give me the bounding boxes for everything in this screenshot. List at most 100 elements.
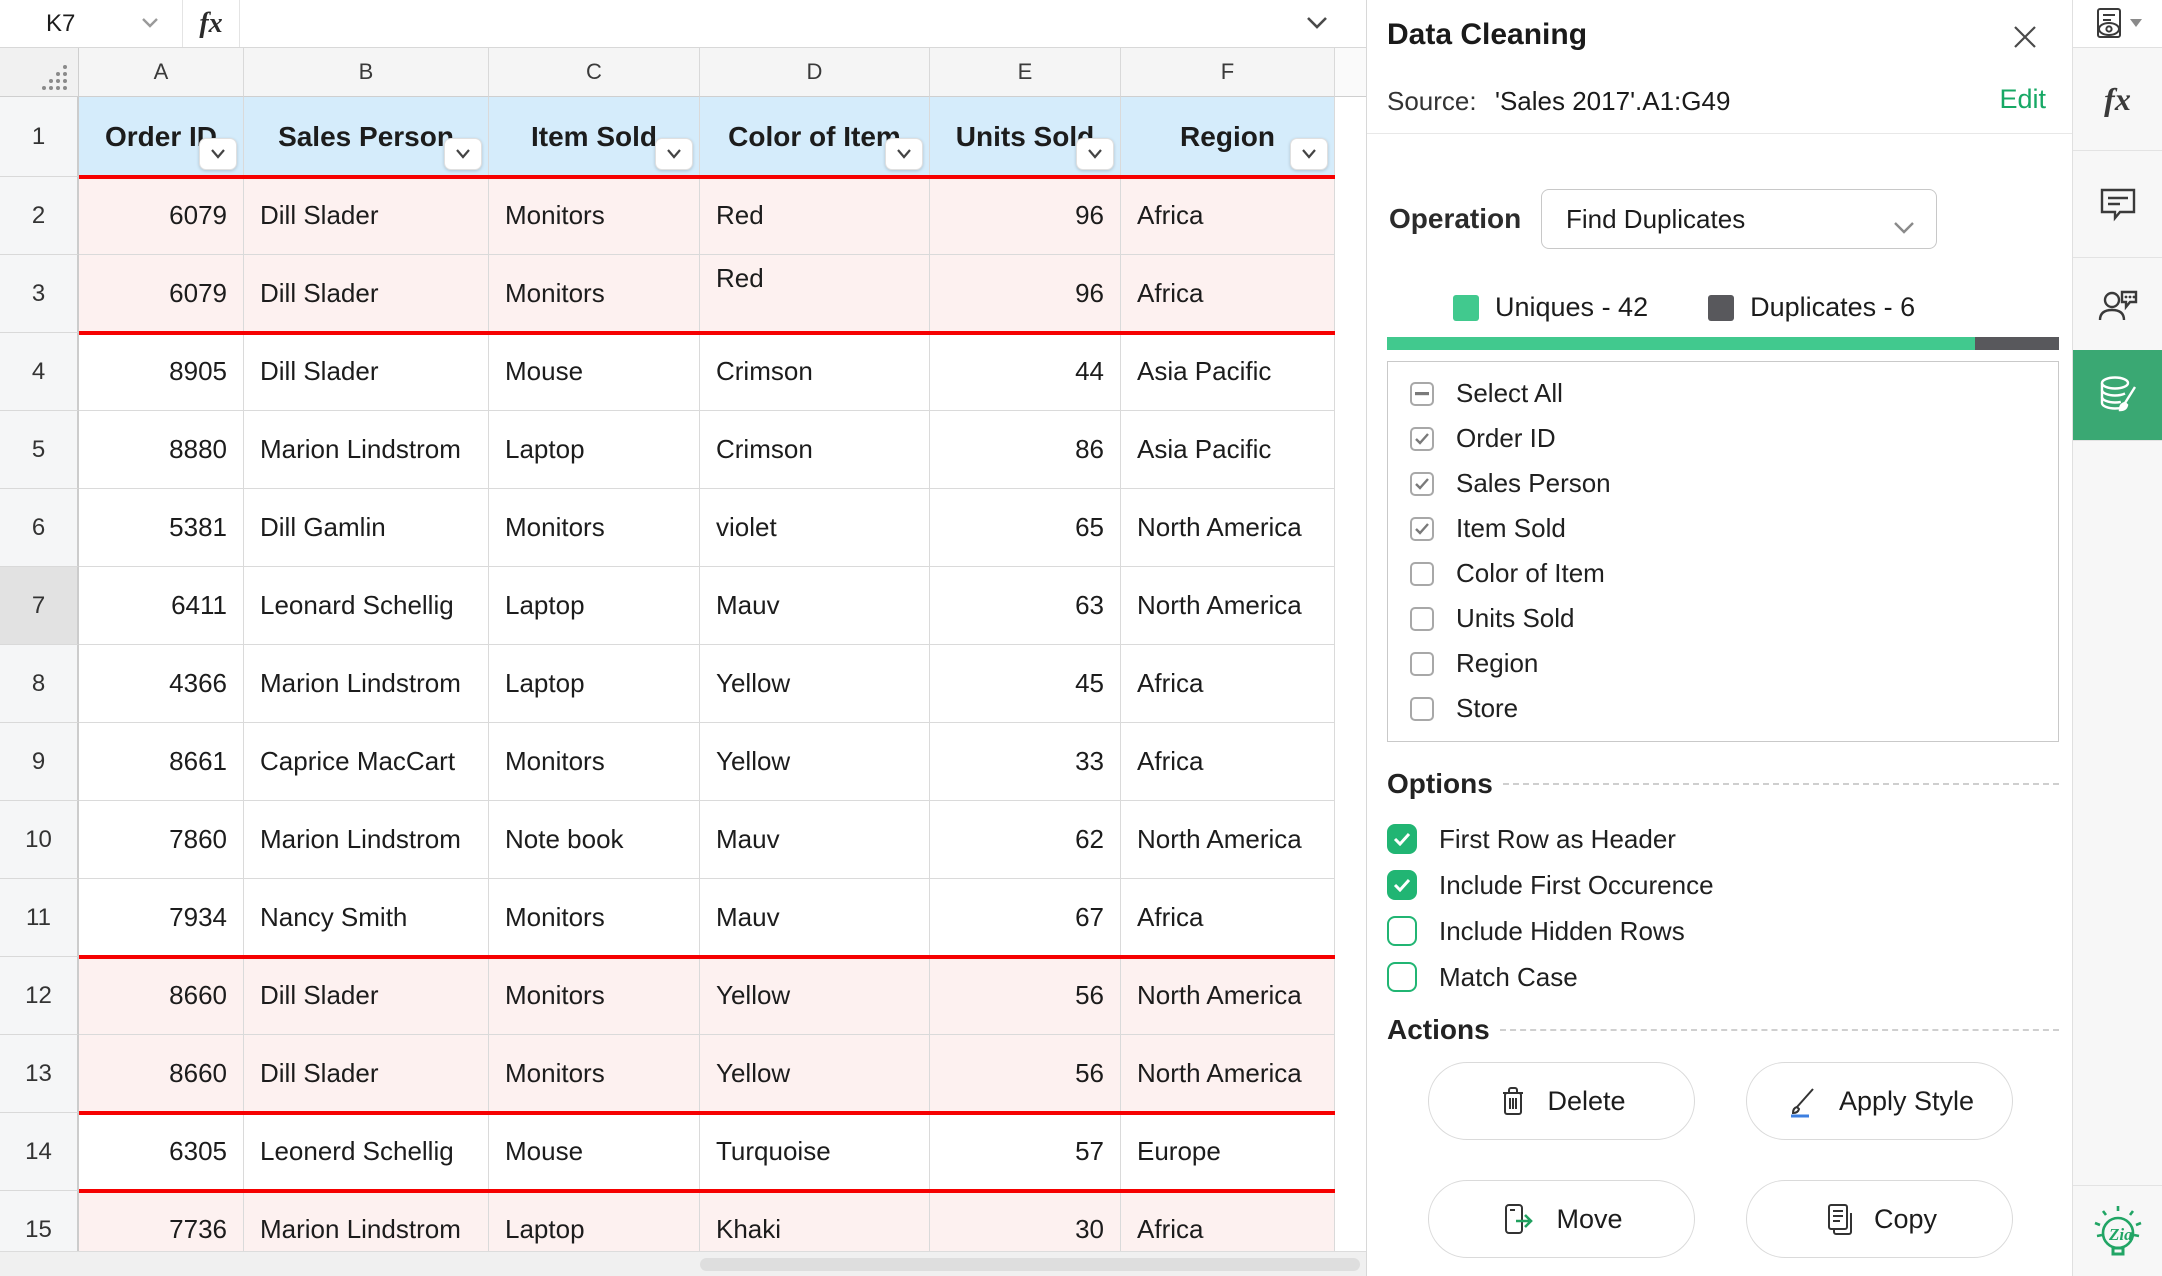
cell[interactable]: 96 [930, 255, 1121, 333]
cell[interactable]: Monitors [489, 177, 700, 255]
row-number-12[interactable]: 12 [0, 957, 79, 1035]
filter-dropdown-button[interactable] [1076, 138, 1114, 170]
cell[interactable]: Dill Slader [244, 333, 489, 411]
header-cell-color-of-item[interactable]: Color of Item [700, 97, 930, 177]
checkbox-unchecked[interactable] [1410, 562, 1434, 586]
checkbox-unchecked[interactable] [1410, 697, 1434, 721]
cell[interactable]: Monitors [489, 957, 700, 1035]
cell[interactable]: Monitors [489, 489, 700, 567]
comments-panel-button[interactable] [2073, 150, 2162, 257]
checklist-item-store[interactable]: Store [1388, 686, 2058, 731]
cell[interactable]: Laptop [489, 1191, 700, 1253]
cell[interactable]: Europe [1121, 1113, 1335, 1191]
cell[interactable]: 96 [930, 177, 1121, 255]
function-panel-button[interactable]: fx [2073, 48, 2162, 150]
checklist-item-region[interactable]: Region [1388, 641, 2058, 686]
fx-icon[interactable]: fx [182, 0, 240, 47]
column-header-F[interactable]: F [1121, 48, 1335, 97]
cell[interactable]: North America [1121, 1035, 1335, 1113]
cell[interactable]: North America [1121, 801, 1335, 879]
discuss-panel-button[interactable] [2073, 257, 2162, 350]
cell[interactable]: Monitors [489, 1035, 700, 1113]
cell[interactable]: Red [700, 255, 930, 333]
row-number-5[interactable]: 5 [0, 411, 79, 489]
cell[interactable]: Dill Gamlin [244, 489, 489, 567]
cell[interactable]: Asia Pacific [1121, 333, 1335, 411]
formula-bar-expand-icon[interactable] [1304, 14, 1330, 37]
cell[interactable]: Leonard Schellig [244, 567, 489, 645]
cell[interactable]: Nancy Smith [244, 879, 489, 957]
cell[interactable]: 86 [930, 411, 1121, 489]
row-number-9[interactable]: 9 [0, 723, 79, 801]
cell[interactable]: Africa [1121, 1191, 1335, 1253]
row-number-3[interactable]: 3 [0, 255, 79, 333]
option-first-row-as-header[interactable]: First Row as Header [1387, 818, 1676, 860]
row-number-14[interactable]: 14 [0, 1113, 79, 1191]
checklist-item-order-id[interactable]: Order ID [1388, 416, 2058, 461]
row-number-10[interactable]: 10 [0, 801, 79, 879]
cell[interactable]: 4366 [79, 645, 244, 723]
checklist-item-select-all[interactable]: Select All [1388, 371, 2058, 416]
cell[interactable]: 44 [930, 333, 1121, 411]
checklist-item-item-sold[interactable]: Item Sold [1388, 506, 2058, 551]
filter-dropdown-button[interactable] [1290, 138, 1328, 170]
row-number-15[interactable]: 15 [0, 1191, 79, 1253]
column-header-D[interactable]: D [700, 48, 930, 97]
cell[interactable]: 8880 [79, 411, 244, 489]
row-number-11[interactable]: 11 [0, 879, 79, 957]
cell[interactable]: Africa [1121, 879, 1335, 957]
cell[interactable]: Mouse [489, 1113, 700, 1191]
row-number-7[interactable]: 7 [0, 567, 79, 645]
cell[interactable]: Yellow [700, 957, 930, 1035]
cell[interactable]: 56 [930, 1035, 1121, 1113]
cell[interactable]: 8905 [79, 333, 244, 411]
row-number-6[interactable]: 6 [0, 489, 79, 567]
column-header-C[interactable]: C [489, 48, 700, 97]
cell[interactable]: 8660 [79, 957, 244, 1035]
zia-assistant-button[interactable]: Zia [2073, 1192, 2162, 1272]
delete-button[interactable]: Delete [1428, 1062, 1695, 1140]
checkbox-indeterminate[interactable] [1410, 382, 1434, 406]
header-cell-sales-person[interactable]: Sales Person [244, 97, 489, 177]
cell[interactable]: Marion Lindstrom [244, 645, 489, 723]
cell[interactable]: 33 [930, 723, 1121, 801]
option-match-case[interactable]: Match Case [1387, 956, 1578, 998]
cell[interactable]: 6305 [79, 1113, 244, 1191]
green-checkbox-unchecked[interactable] [1387, 962, 1417, 992]
checkbox-unchecked[interactable] [1410, 607, 1434, 631]
cell[interactable]: Mauv [700, 879, 930, 957]
cell[interactable]: Mauv [700, 567, 930, 645]
option-include-first-occurence[interactable]: Include First Occurence [1387, 864, 1714, 906]
cell[interactable]: Dill Slader [244, 177, 489, 255]
checkbox-unchecked[interactable] [1410, 652, 1434, 676]
cell[interactable]: 57 [930, 1113, 1121, 1191]
cell[interactable]: Marion Lindstrom [244, 411, 489, 489]
cell[interactable]: Note book [489, 801, 700, 879]
row-number-8[interactable]: 8 [0, 645, 79, 723]
cell[interactable]: Yellow [700, 645, 930, 723]
header-cell-units-sold[interactable]: Units Sold [930, 97, 1121, 177]
checklist-item-units-sold[interactable]: Units Sold [1388, 596, 2058, 641]
move-button[interactable]: Move [1428, 1180, 1695, 1258]
cell[interactable]: Africa [1121, 255, 1335, 333]
cell[interactable]: Laptop [489, 567, 700, 645]
row-number-4[interactable]: 4 [0, 333, 79, 411]
edit-source-link[interactable]: Edit [1999, 84, 2046, 115]
cell[interactable]: 7736 [79, 1191, 244, 1253]
close-icon[interactable] [2008, 20, 2042, 54]
checkbox-checked[interactable] [1410, 427, 1434, 451]
cell[interactable]: 6411 [79, 567, 244, 645]
chevron-down-icon[interactable] [140, 16, 160, 35]
operation-select[interactable]: Find Duplicates [1541, 189, 1937, 249]
horizontal-scrollbar[interactable] [0, 1251, 1366, 1276]
cell[interactable]: Crimson [700, 411, 930, 489]
cell[interactable]: North America [1121, 489, 1335, 567]
green-checkbox-checked[interactable] [1387, 824, 1417, 854]
data-cleaning-button-active[interactable] [2073, 350, 2162, 440]
header-cell-order-id[interactable]: Order ID [79, 97, 244, 177]
cell[interactable]: North America [1121, 957, 1335, 1035]
copy-button[interactable]: Copy [1746, 1180, 2013, 1258]
cell[interactable]: Caprice MacCart [244, 723, 489, 801]
cell[interactable]: Dill Slader [244, 255, 489, 333]
cell[interactable]: Mauv [700, 801, 930, 879]
